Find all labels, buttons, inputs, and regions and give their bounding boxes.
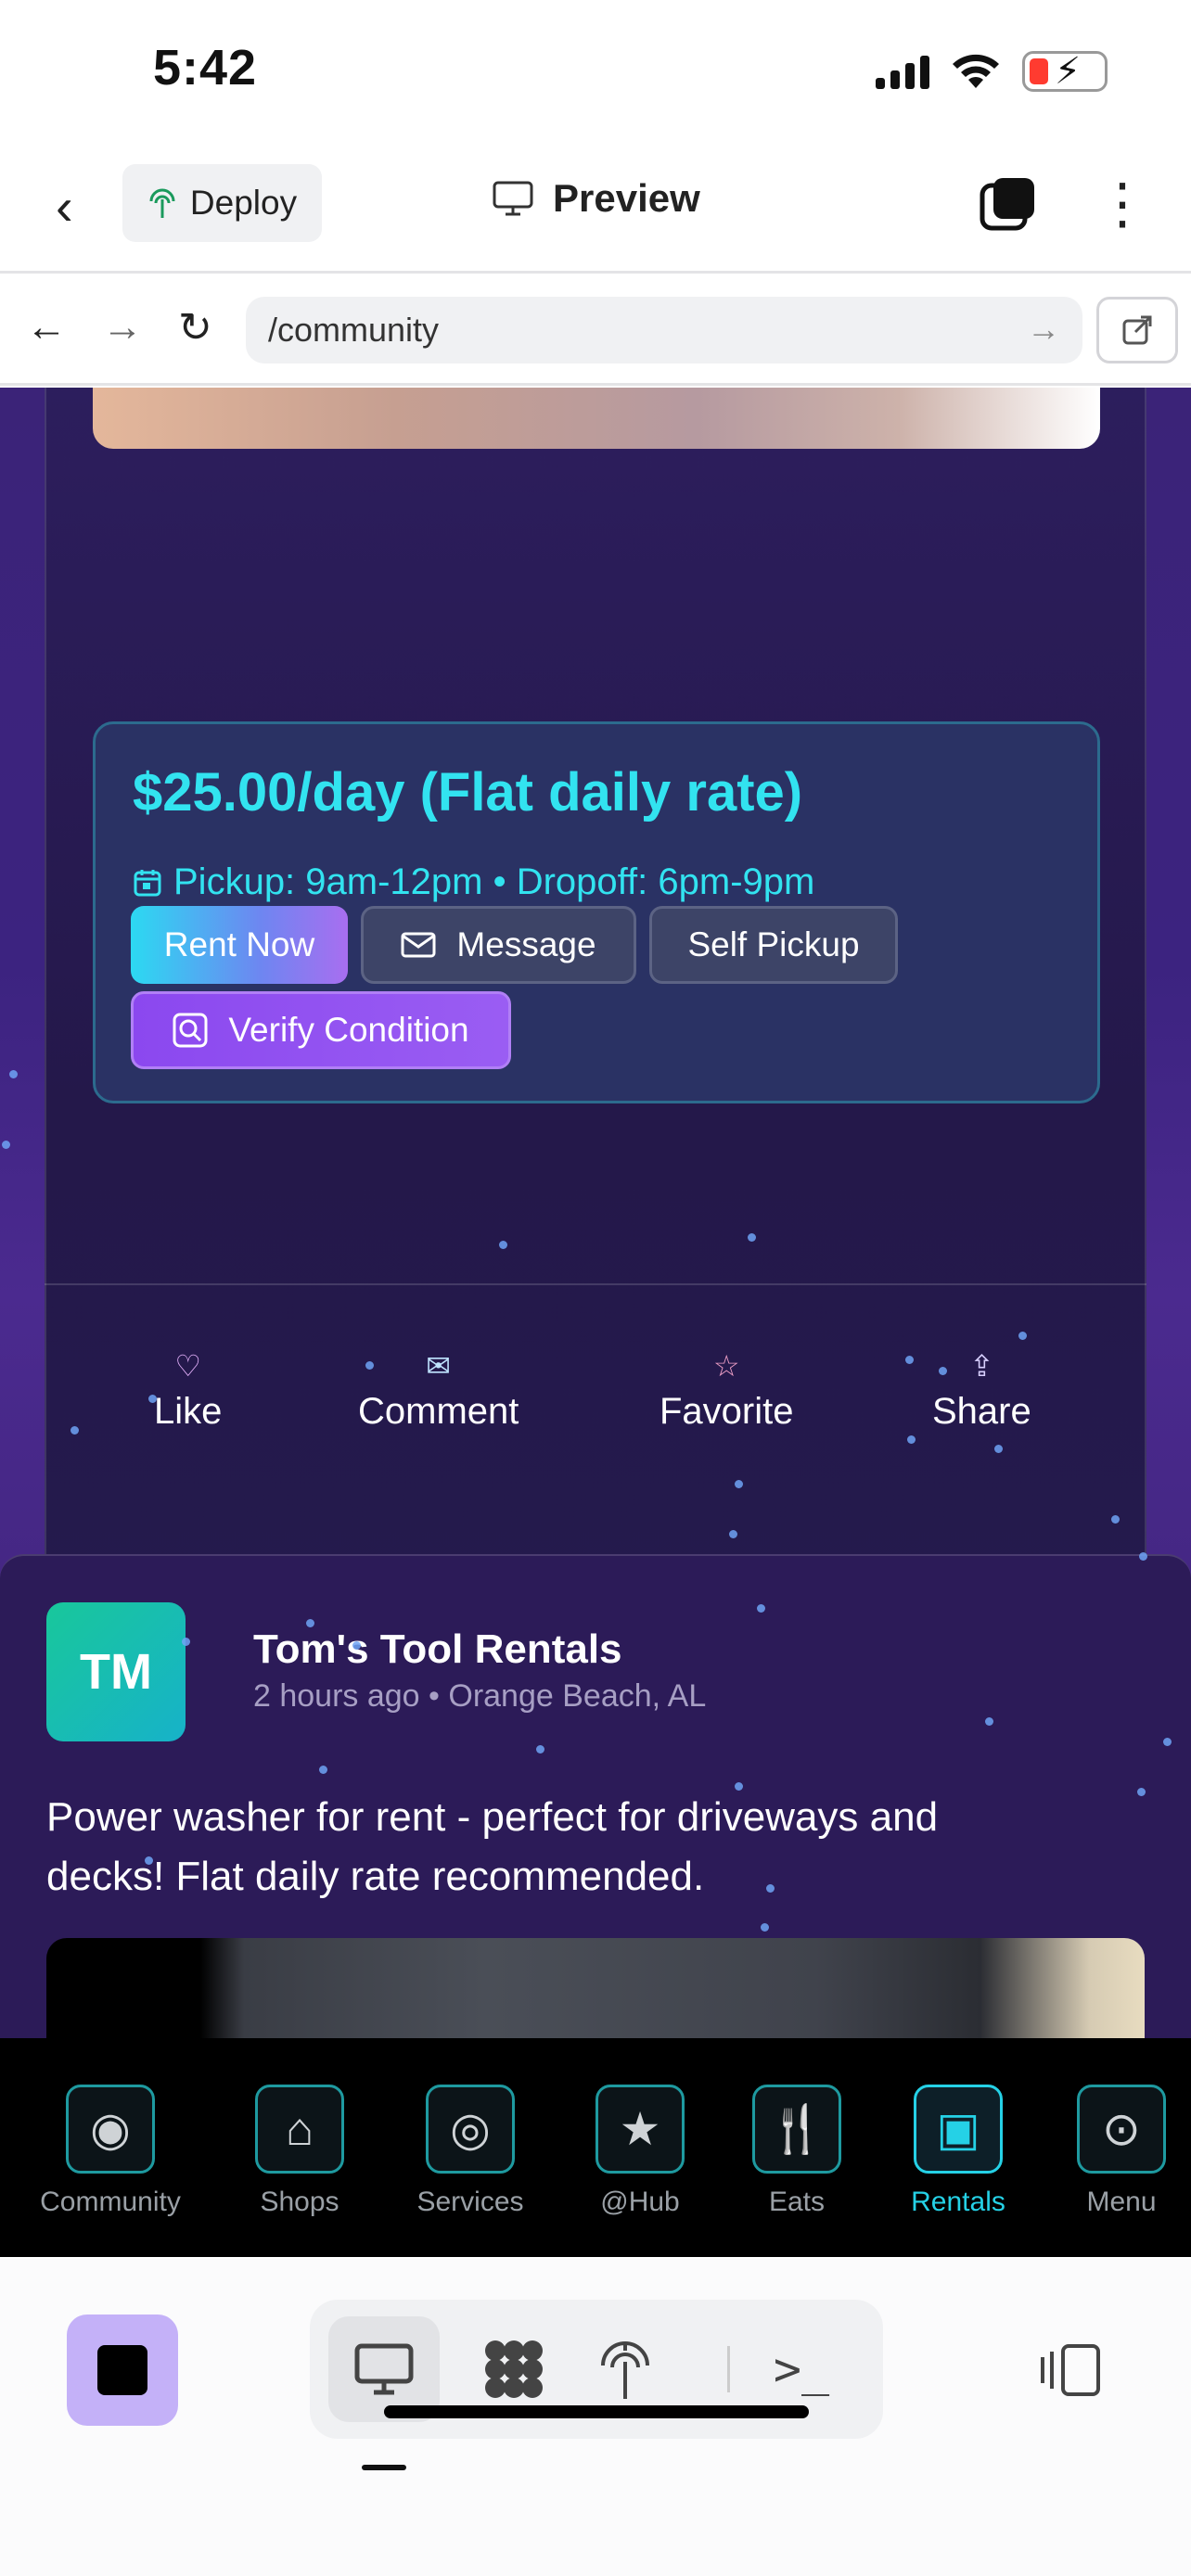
tabs-icon[interactable] — [979, 174, 1038, 234]
wifi-icon — [953, 54, 999, 88]
tab-label: Rentals — [911, 2187, 1005, 2217]
preview-title: Preview — [492, 176, 700, 221]
active-view-indicator — [362, 2465, 406, 2470]
deploy-icon — [601, 2341, 649, 2399]
divider — [45, 1283, 1146, 1285]
comment-label: Comment — [358, 1391, 519, 1432]
stop-icon — [97, 2345, 147, 2395]
community-icon: ◉ — [66, 2085, 155, 2174]
monitor-icon — [354, 2343, 414, 2395]
tab-rentals[interactable]: ▣ Rentals — [879, 2085, 1037, 2218]
tab-hub[interactable]: ★ @Hub — [561, 2085, 719, 2218]
verify-condition-label: Verify Condition — [228, 1011, 469, 1049]
reload-icon[interactable]: ↻ — [178, 304, 212, 351]
calendar-icon — [134, 869, 161, 896]
tab-label: Services — [416, 2187, 524, 2217]
browser-bar: ← → ↻ /community → — [0, 276, 1191, 386]
page-viewport: $25.00/day (Flat daily rate) Pickup: 9am… — [0, 388, 1191, 2038]
battery-icon: ⚡ — [1022, 51, 1108, 92]
like-label: Like — [154, 1391, 223, 1432]
status-time: 5:42 — [153, 40, 258, 96]
comment-action[interactable]: ✉ Comment — [358, 1348, 519, 1433]
heart-icon: ♡ — [174, 1349, 202, 1383]
tab-menu[interactable]: ⊙ Menu — [1043, 2085, 1191, 2218]
deploy-icon — [149, 188, 175, 218]
menu-icon: ⊙ — [1077, 2085, 1166, 2174]
schedule-text: Pickup: 9am-12pm • Dropoff: 6pm-9pm — [173, 861, 815, 902]
avatar[interactable]: TM — [46, 1602, 186, 1741]
self-pickup-label: Self Pickup — [687, 925, 860, 963]
post-card: TM Tom's Tool Rentals 2 hours ago • Oran… — [0, 1554, 1191, 2038]
listing-buttons: Rent Now Message Self Pickup — [131, 906, 898, 984]
rent-now-button[interactable]: Rent Now — [131, 906, 348, 984]
post-image[interactable] — [46, 1938, 1145, 2038]
cellular-signal-icon — [876, 54, 929, 89]
message-button[interactable]: Message — [361, 906, 636, 984]
more-options-icon[interactable]: ⋮ — [1095, 176, 1150, 232]
post-author[interactable]: Tom's Tool Rentals — [253, 1626, 622, 1673]
back-button[interactable]: ‹ — [56, 176, 73, 236]
tab-eats[interactable]: 🍴 Eats — [718, 2085, 876, 2218]
pickup-schedule: Pickup: 9am-12pm • Dropoff: 6pm-9pm — [133, 861, 814, 903]
rentals-icon: ▣ — [914, 2085, 1003, 2174]
comment-icon: ✉ — [426, 1349, 452, 1383]
tab-label: Shops — [260, 2187, 339, 2217]
favorite-action[interactable]: ☆ Favorite — [660, 1348, 794, 1433]
post-meta: 2 hours ago • Orange Beach, AL — [253, 1678, 707, 1714]
share-icon: ⇪ — [968, 1349, 994, 1383]
browser-forward-icon[interactable]: → — [102, 304, 143, 351]
tab-shops[interactable]: ⌂ Shops — [221, 2085, 378, 2218]
post-actions: ♡ Like ✉ Comment ☆ Favorite ⇪ Share — [0, 1348, 1191, 1460]
shop-icon: ⌂ — [255, 2085, 344, 2174]
grid-blob-icon — [485, 2340, 543, 2398]
browser-back-icon[interactable]: ← — [26, 304, 67, 351]
status-icons: ⚡ — [876, 51, 1108, 92]
share-label: Share — [932, 1391, 1031, 1432]
tab-label: Eats — [768, 2187, 826, 2217]
favorite-label: Favorite — [660, 1391, 794, 1432]
stop-button[interactable] — [67, 2315, 178, 2426]
listing-image — [93, 388, 1100, 449]
status-bar: 5:42 ⚡ — [0, 0, 1191, 139]
terminal-icon: >_ — [773, 2342, 830, 2396]
deploy-button[interactable]: Deploy — [122, 164, 322, 242]
rental-price: $25.00/day (Flat daily rate) — [133, 762, 803, 823]
verify-condition-button[interactable]: Verify Condition — [131, 991, 511, 1069]
message-label: Message — [456, 925, 596, 963]
layout-toggle-icon[interactable] — [1037, 2342, 1102, 2398]
separator — [727, 2346, 730, 2392]
share-action[interactable]: ⇪ Share — [932, 1348, 1031, 1433]
inspect-icon — [173, 1013, 208, 1048]
deploy-label: Deploy — [189, 184, 298, 222]
tab-label: @Hub — [600, 2187, 680, 2217]
utensils-icon: 🍴 — [752, 2085, 841, 2174]
star-icon: ★ — [596, 2085, 685, 2174]
self-pickup-button[interactable]: Self Pickup — [649, 906, 898, 984]
tab-label: Community — [40, 2187, 181, 2217]
rent-now-label: Rent Now — [163, 925, 315, 963]
rental-price-box: $25.00/day (Flat daily rate) Pickup: 9am… — [93, 721, 1100, 1103]
tab-community[interactable]: ◉ Community — [32, 2085, 189, 2218]
post-text: Power washer for rent - perfect for driv… — [46, 1794, 939, 1899]
tab-label: Menu — [1086, 2187, 1157, 2217]
services-icon: ◎ — [426, 2085, 515, 2174]
envelope-icon — [401, 932, 436, 958]
home-indicator — [384, 2405, 809, 2418]
preview-label: Preview — [553, 176, 700, 220]
external-link-icon — [1122, 315, 1152, 345]
tab-services[interactable]: ◎ Services — [391, 2085, 549, 2218]
favorite-star-icon: ☆ — [712, 1349, 740, 1383]
app-tab-bar: ◉ Community ⌂ Shops ◎ Services ★ @Hub 🍴 … — [0, 2038, 1191, 2257]
app-header: ‹ Deploy Preview ⋮ — [0, 139, 1191, 274]
go-arrow-icon[interactable]: → — [1027, 310, 1060, 349]
like-action[interactable]: ♡ Like — [154, 1348, 222, 1433]
url-text: /community — [268, 311, 440, 349]
open-external-button[interactable] — [1096, 297, 1178, 363]
monitor-icon — [493, 181, 533, 216]
url-field[interactable]: /community → — [246, 297, 1082, 363]
